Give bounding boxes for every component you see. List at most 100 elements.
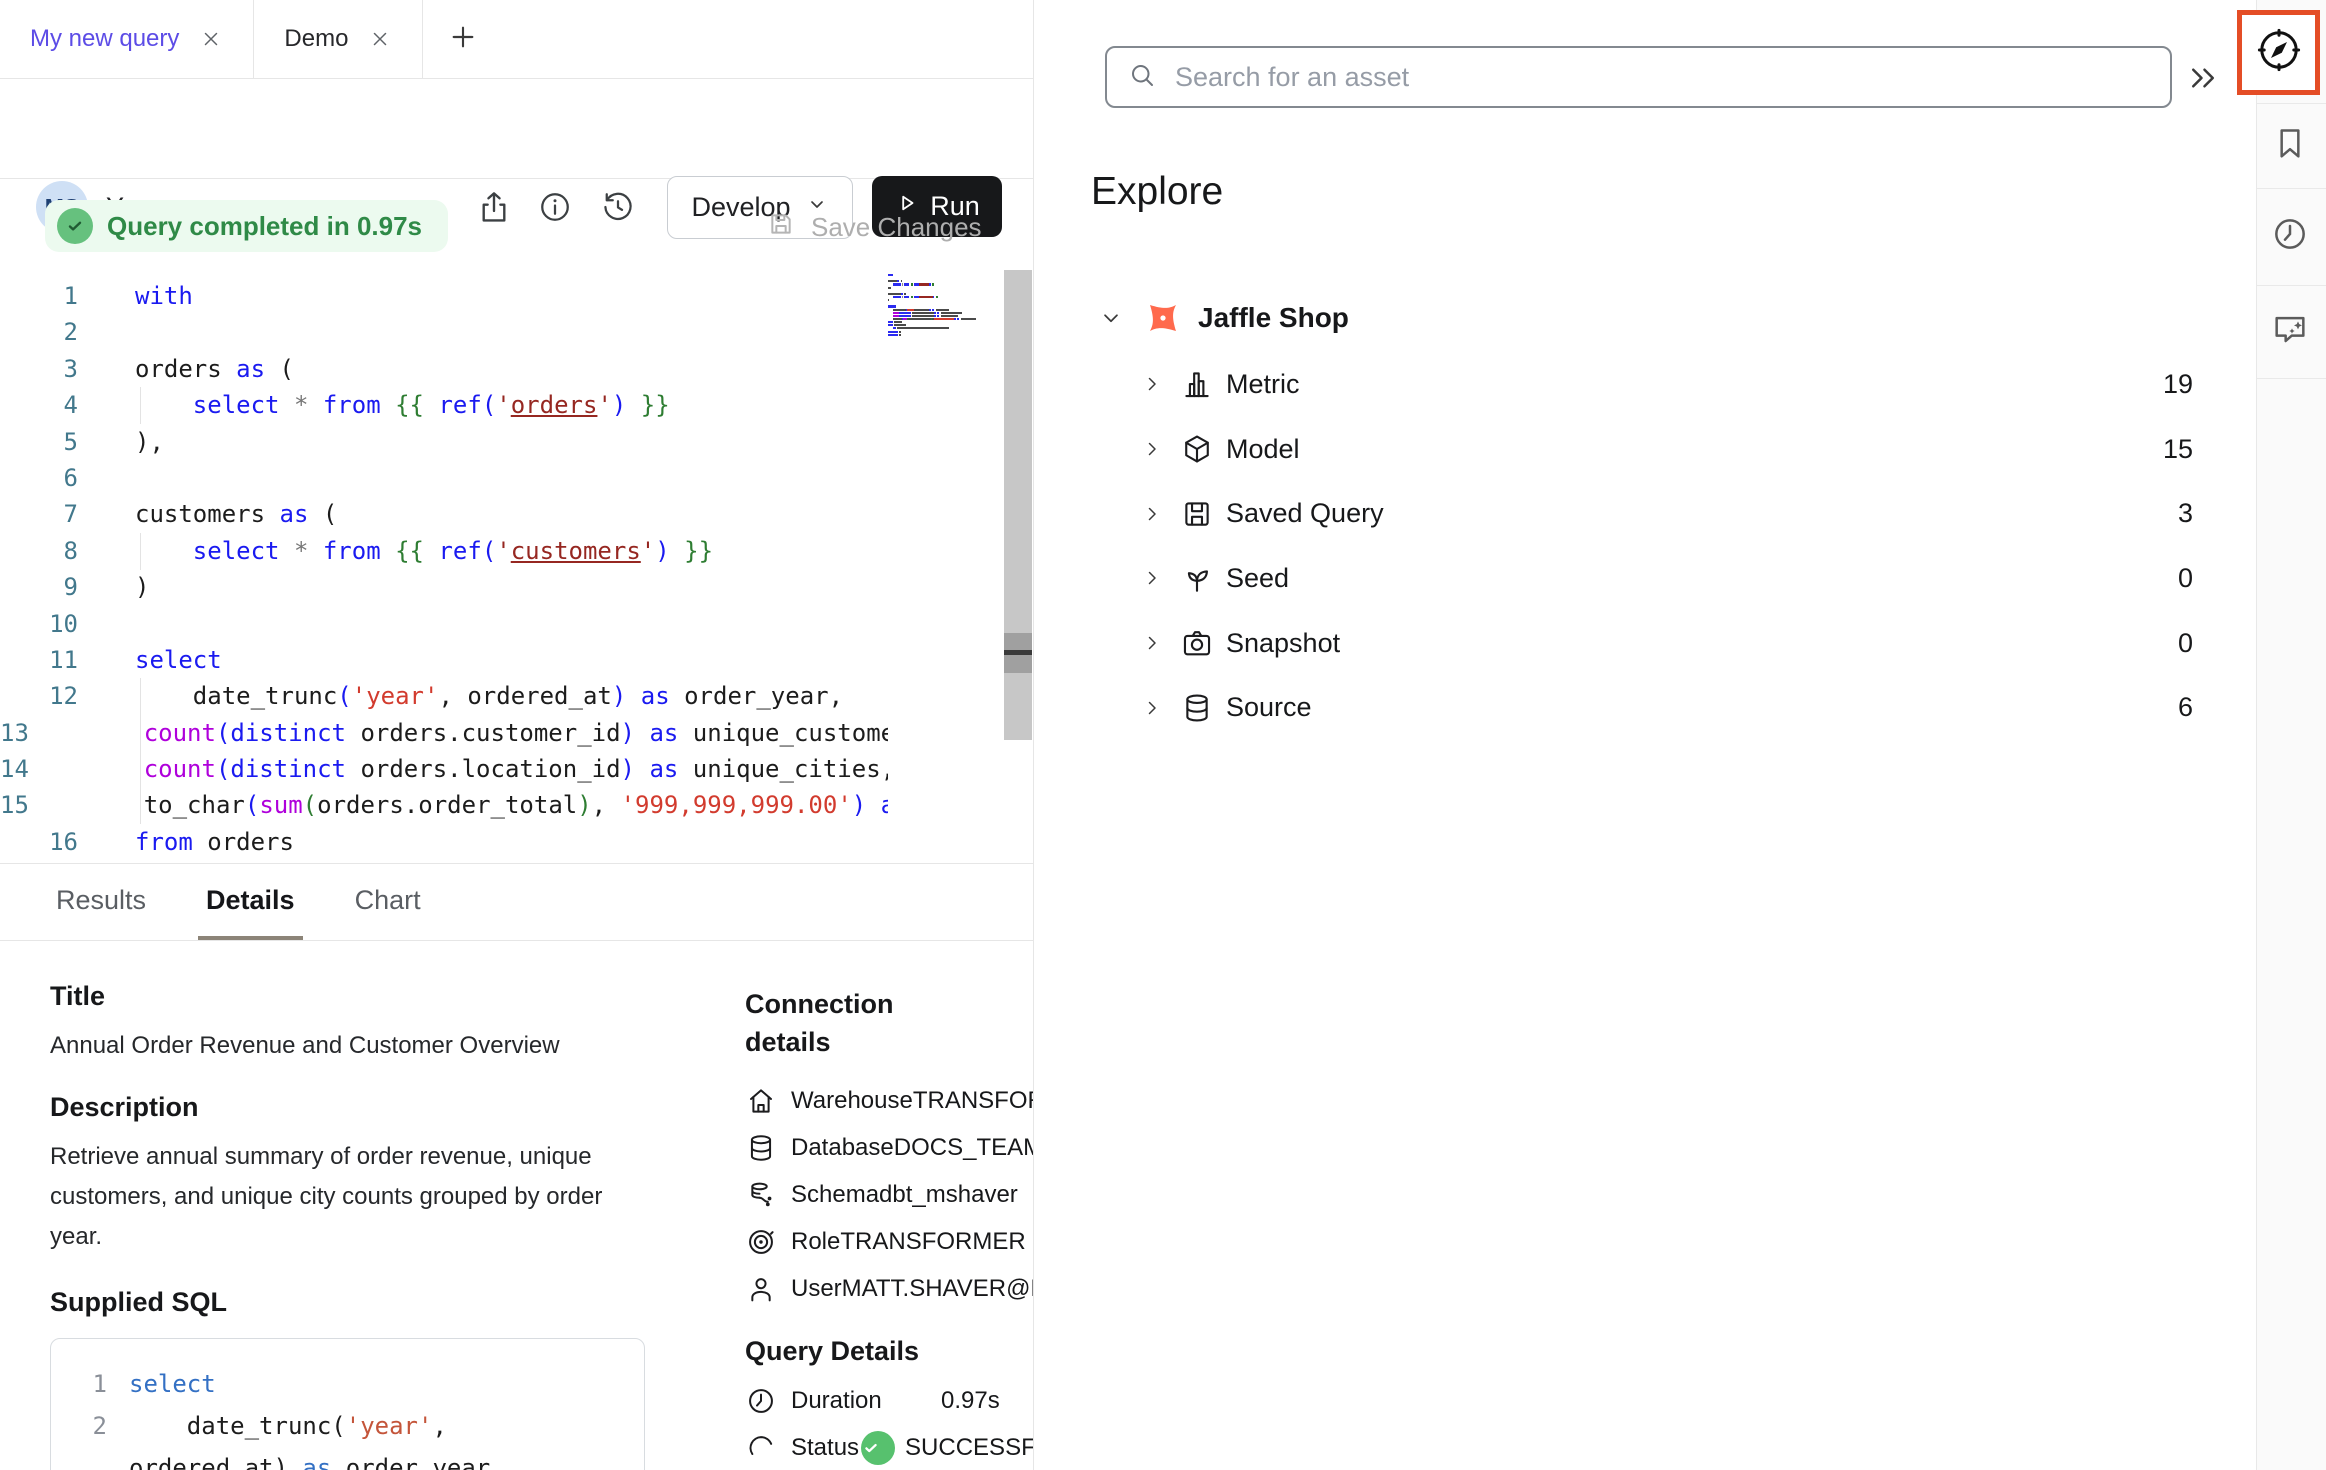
- connection-rows: WarehouseTRANSFORMERDatabaseDOCS_TEAM_Sc…: [745, 1077, 1033, 1312]
- tab-chart[interactable]: Chart: [347, 864, 429, 940]
- tree-item-saved-query[interactable]: Saved Query 3: [1140, 481, 2193, 546]
- chevron-right-icon[interactable]: [1140, 437, 1164, 461]
- tree-item-label: Seed: [1226, 563, 1289, 594]
- line-number: 12: [0, 678, 78, 714]
- line-number: 10: [0, 606, 78, 642]
- code-line[interactable]: 8 select * from {{ ref('customers') }}: [0, 533, 888, 569]
- rail-divider: [2257, 103, 2326, 104]
- connection-value: DOCS_TEAM_: [894, 1134, 1033, 1162]
- code-line[interactable]: 13 count(distinct orders.customer_id) as…: [0, 715, 888, 751]
- bookmark-rail-button[interactable]: [2270, 125, 2310, 165]
- sql-editor[interactable]: 1with23orders as (4 select * from {{ ref…: [0, 268, 1033, 863]
- line-number: 4: [0, 387, 78, 423]
- tree-item-seed[interactable]: Seed0: [1140, 546, 2193, 611]
- chevron-down-icon[interactable]: [1098, 305, 1124, 331]
- details-left-column: Title Annual Order Revenue and Customer …: [50, 941, 650, 1470]
- rail-divider: [2257, 378, 2326, 379]
- supplied-sql-box: 1select2 date_trunc('year',ordered_at) a…: [50, 1338, 645, 1470]
- line-number: 15: [0, 787, 29, 823]
- code-line[interactable]: 10: [0, 606, 888, 642]
- code-line[interactable]: 5),: [0, 424, 888, 460]
- connection-value: TRANSFORMER: [913, 1087, 1033, 1115]
- check-circle-icon: [57, 208, 93, 244]
- ai-chat-rail-button[interactable]: [2270, 311, 2310, 351]
- line-number: 1: [0, 278, 78, 314]
- code-line[interactable]: 15 to_char(sum(orders.order_total), '999…: [0, 787, 888, 823]
- line-number: 5: [0, 424, 78, 460]
- source-icon: [1180, 691, 1214, 725]
- rail-divider: [2257, 285, 2326, 286]
- collapse-panel-icon[interactable]: [2183, 58, 2223, 98]
- code-lines[interactable]: 1with23orders as (4 select * from {{ ref…: [0, 278, 888, 860]
- explore-rail-button[interactable]: [2237, 10, 2320, 95]
- compass-icon: [2255, 26, 2303, 79]
- minimap[interactable]: [888, 274, 1000, 337]
- chevron-right-icon[interactable]: [1140, 696, 1164, 720]
- plus-icon: [447, 21, 479, 58]
- close-tab-icon[interactable]: [368, 27, 392, 51]
- chevron-right-icon[interactable]: [1140, 566, 1164, 590]
- chat-sparkle-icon: [2270, 309, 2310, 354]
- code-line[interactable]: 7customers as (: [0, 496, 888, 532]
- editor-tab-demo[interactable]: Demo: [254, 0, 423, 78]
- add-tab-button[interactable]: [423, 0, 503, 78]
- rail-divider: [2257, 188, 2326, 189]
- tree-item-label: Saved Query: [1226, 498, 1384, 529]
- tree-item-count: 15: [2163, 434, 2193, 465]
- tree-item-metric[interactable]: Metric19: [1140, 352, 2193, 417]
- tree-item-source[interactable]: Source6: [1140, 675, 2193, 740]
- tab-details[interactable]: Details: [198, 864, 303, 940]
- save-changes-button[interactable]: Save Changes: [765, 208, 982, 247]
- seed-icon: [1180, 561, 1214, 595]
- chevron-right-icon[interactable]: [1140, 372, 1164, 396]
- share-icon[interactable]: [475, 188, 513, 226]
- code-line[interactable]: 9): [0, 569, 888, 605]
- asset-search-box[interactable]: [1105, 46, 2172, 108]
- chevron-right-icon[interactable]: [1140, 631, 1164, 655]
- connection-value: MATT.SHAVER@FI: [842, 1275, 1033, 1303]
- tree-item-label: Source: [1226, 692, 1312, 723]
- project-row-jaffle-shop[interactable]: Jaffle Shop: [1098, 292, 1349, 344]
- line-number: 6: [0, 460, 78, 496]
- code-line[interactable]: 11select: [0, 642, 888, 678]
- connection-row-role: RoleTRANSFORMER: [745, 1218, 1033, 1265]
- tab-label: My new query: [30, 25, 179, 53]
- code-line[interactable]: 12 date_trunc('year', ordered_at) as ord…: [0, 678, 888, 714]
- scroll-position-marker: [1004, 650, 1032, 655]
- line-number: 16: [0, 824, 78, 860]
- description-value: Retrieve annual summary of order revenue…: [50, 1137, 606, 1257]
- query-detail-row-status: StatusSUCCESSFUL: [745, 1424, 1033, 1470]
- supplied-sql-heading: Supplied SQL: [50, 1287, 650, 1318]
- code-line[interactable]: 4 select * from {{ ref('orders') }}: [0, 387, 888, 423]
- info-icon[interactable]: [536, 188, 574, 226]
- tree-item-label: Model: [1226, 434, 1300, 465]
- code-line[interactable]: 2: [0, 314, 888, 350]
- tree-item-count: 3: [2178, 498, 2193, 529]
- save-icon: [765, 208, 797, 247]
- sql-line: ordered_at) as order_year,: [77, 1447, 644, 1470]
- dbt-logo-icon: [1142, 297, 1184, 339]
- history-icon[interactable]: [599, 188, 637, 226]
- history-rail-button[interactable]: [2270, 216, 2310, 256]
- connection-label: User: [791, 1275, 842, 1303]
- detail-value: 0.97s: [941, 1387, 1000, 1415]
- tree-item-snapshot[interactable]: Snapshot0: [1140, 611, 2193, 676]
- explore-tree: Metric19 Model 15 Saved Query 3 Seed0Snapshot…: [1140, 352, 2193, 740]
- close-tab-icon[interactable]: [199, 27, 223, 51]
- sql-line: 1select: [77, 1363, 644, 1405]
- tree-item-model[interactable]: Model 15: [1140, 417, 2193, 482]
- chevron-right-icon[interactable]: [1140, 502, 1164, 526]
- code-line[interactable]: 3orders as (: [0, 351, 888, 387]
- tab-results[interactable]: Results: [48, 864, 154, 940]
- search-input[interactable]: [1173, 61, 2150, 94]
- connection-label: Schema: [791, 1181, 879, 1209]
- title-value: Annual Order Revenue and Customer Overvi…: [50, 1026, 606, 1066]
- code-line[interactable]: 1with: [0, 278, 888, 314]
- code-line[interactable]: 6: [0, 460, 888, 496]
- code-line[interactable]: 16from orders: [0, 824, 888, 860]
- query-status-pill: Query completed in 0.97s: [45, 200, 448, 252]
- editor-tab-my-new-query[interactable]: My new query: [0, 0, 254, 78]
- connection-label: Warehouse: [791, 1087, 913, 1115]
- tree-item-label: Metric: [1226, 369, 1300, 400]
- code-line[interactable]: 14 count(distinct orders.location_id) as…: [0, 751, 888, 787]
